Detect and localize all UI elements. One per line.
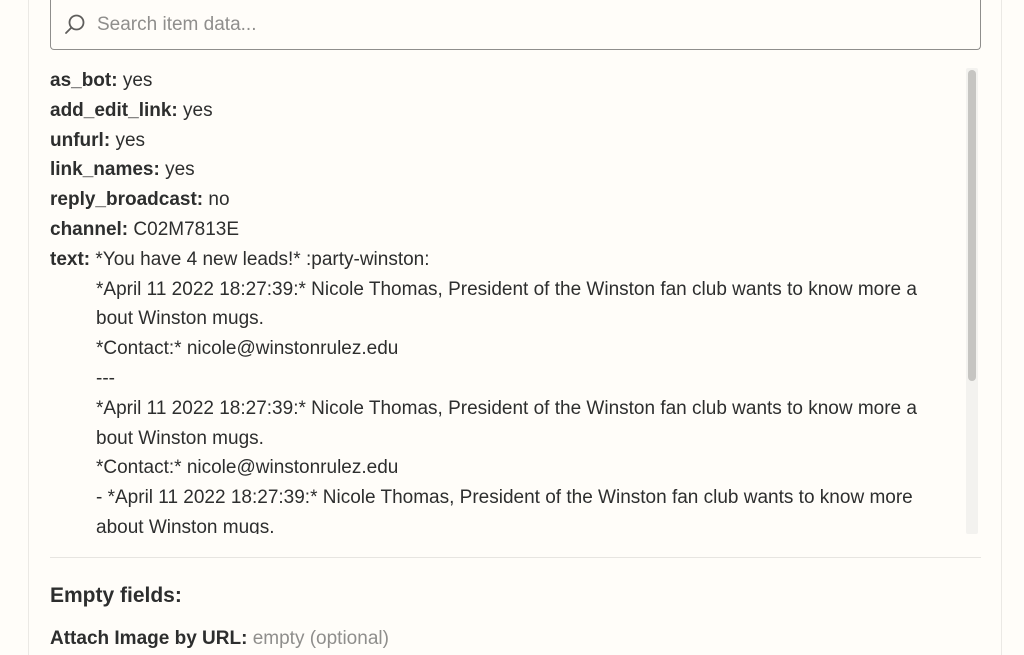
item-data-list[interactable]: as_bot: yes add_edit_link: yes unfurl: y… — [50, 66, 966, 534]
field-row-as-bot: as_bot: yes — [50, 66, 966, 96]
field-key: add_edit_link: — [50, 99, 184, 121]
text-line: bout Winston mugs. — [96, 308, 264, 330]
field-value: yes — [165, 159, 195, 181]
field-row-text: text: *You have 4 new leads!* :party-win… — [50, 245, 966, 275]
field-row-channel: channel: C02M7813E — [50, 215, 966, 245]
search-icon — [65, 14, 85, 34]
field-row-unfurl: unfurl: yes — [50, 126, 966, 156]
field-row-add-edit-link: add_edit_link: yes — [50, 96, 966, 126]
text-line: *April 11 2022 18:27:39:* Nicole Thomas,… — [96, 397, 917, 419]
search-box[interactable] — [50, 0, 981, 50]
text-line: *April 11 2022 18:27:39:* Nicole Thomas,… — [96, 278, 917, 300]
field-value: C02M7813E — [133, 218, 240, 240]
text-line: - *April 11 2022 18:27:39:* Nicole Thoma… — [96, 487, 913, 509]
section-divider — [50, 557, 981, 558]
text-line: --- — [96, 367, 115, 389]
field-value: *You have 4 new leads!* :party-winston: — [95, 248, 430, 270]
text-line: *Contact:* nicole@winstonrulez.edu — [96, 457, 399, 479]
field-key: channel: — [50, 218, 134, 240]
empty-field-row: Attach Image by URL: empty (optional) — [50, 624, 389, 653]
text-line: *Contact:* nicole@winstonrulez.edu — [96, 338, 399, 360]
field-key: reply_broadcast: — [50, 189, 209, 211]
text-line: about Winston mugs. — [96, 516, 275, 534]
field-row-link-names: link_names: yes — [50, 155, 966, 185]
field-value: empty (optional) — [252, 628, 389, 649]
scrollbar-thumb[interactable] — [968, 70, 976, 381]
search-input[interactable] — [97, 10, 957, 40]
field-key: as_bot: — [50, 70, 123, 91]
field-value: yes — [115, 129, 146, 151]
field-key: link_names: — [50, 159, 166, 181]
field-value: yes — [183, 99, 213, 121]
field-value: yes — [122, 70, 153, 91]
field-key: Attach Image by URL: — [50, 628, 253, 649]
field-key: text: — [50, 248, 96, 270]
field-key: unfurl: — [50, 129, 116, 151]
field-row-reply-broadcast: reply_broadcast: no — [50, 185, 966, 215]
empty-fields-heading: Empty fields: — [50, 584, 182, 607]
text-line: bout Winston mugs. — [96, 427, 264, 449]
field-value: no — [208, 189, 230, 211]
